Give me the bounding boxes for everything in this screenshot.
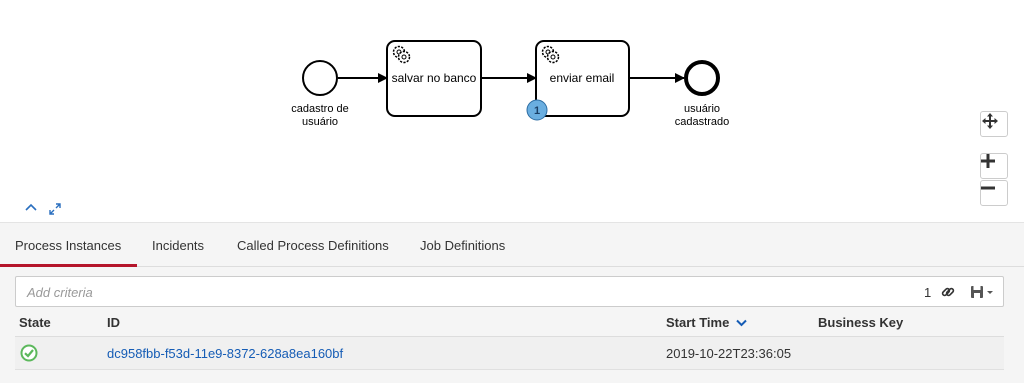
column-header-id[interactable]: ID: [107, 315, 120, 330]
column-header-start-time-label: Start Time: [666, 315, 730, 330]
bottom-panel: Process Instances Incidents Called Proce…: [0, 222, 1024, 383]
save-search-button[interactable]: [970, 285, 994, 304]
start-time-value: 2019-10-22T23:36:05: [666, 346, 792, 361]
reset-zoom-button[interactable]: [980, 111, 1008, 137]
instance-count-badge-label: 1: [534, 105, 540, 117]
column-header-start-time[interactable]: Start Time: [666, 315, 747, 330]
start-event-label-line1: cadastro de: [291, 103, 348, 115]
sort-descending-chevron-icon: [736, 319, 747, 327]
expand-icon: [49, 203, 61, 215]
link-icon[interactable]: [941, 285, 955, 304]
floppy-disk-icon: [971, 286, 993, 298]
task-enviar-email[interactable]: enviar email: [535, 40, 630, 117]
column-header-state[interactable]: State: [19, 315, 51, 330]
minus-icon: [981, 186, 995, 190]
search-criteria-input[interactable]: Add criteria 1: [15, 276, 1004, 307]
bpmn-diagram[interactable]: cadastro de usuário salvar no banco envi…: [0, 0, 1024, 222]
tab-job-definitions[interactable]: Job Definitions: [420, 223, 505, 267]
maximize-panel-button[interactable]: [49, 203, 65, 219]
chevron-up-icon: [25, 203, 37, 211]
end-event[interactable]: [684, 60, 720, 96]
collapse-panel-button[interactable]: [25, 203, 41, 219]
zoom-in-button[interactable]: [980, 153, 1008, 179]
result-count: 1: [924, 285, 932, 300]
tab-incidents[interactable]: Incidents: [152, 223, 204, 267]
plus-icon: [981, 154, 995, 168]
column-header-business-key[interactable]: Business Key: [818, 315, 903, 330]
end-event-label-line1: usuário: [684, 103, 720, 115]
tab-bar: Process Instances Incidents Called Proce…: [0, 223, 1024, 267]
task1-label: salvar no banco: [392, 71, 477, 85]
zoom-out-button[interactable]: [980, 180, 1008, 206]
instance-count-badge[interactable]: 1: [526, 99, 548, 121]
start-event-label-line2: usuário: [302, 116, 338, 128]
move-icon: [982, 113, 998, 129]
bpmn-canvas: cadastro de usuário salvar no banco envi…: [291, 40, 729, 128]
task2-label: enviar email: [550, 71, 615, 85]
search-placeholder: Add criteria: [27, 285, 93, 300]
task-salvar-no-banco[interactable]: salvar no banco: [386, 40, 482, 117]
state-ok-check-icon: [20, 344, 38, 367]
process-instance-id-link[interactable]: dc958fbb-f53d-11e9-8372-628a8ea160bf: [107, 346, 343, 361]
end-event-label-line2: cadastrado: [675, 116, 729, 128]
start-event[interactable]: [302, 60, 338, 96]
tab-process-instances[interactable]: Process Instances: [0, 223, 137, 267]
tab-called-process-definitions[interactable]: Called Process Definitions: [237, 223, 389, 267]
